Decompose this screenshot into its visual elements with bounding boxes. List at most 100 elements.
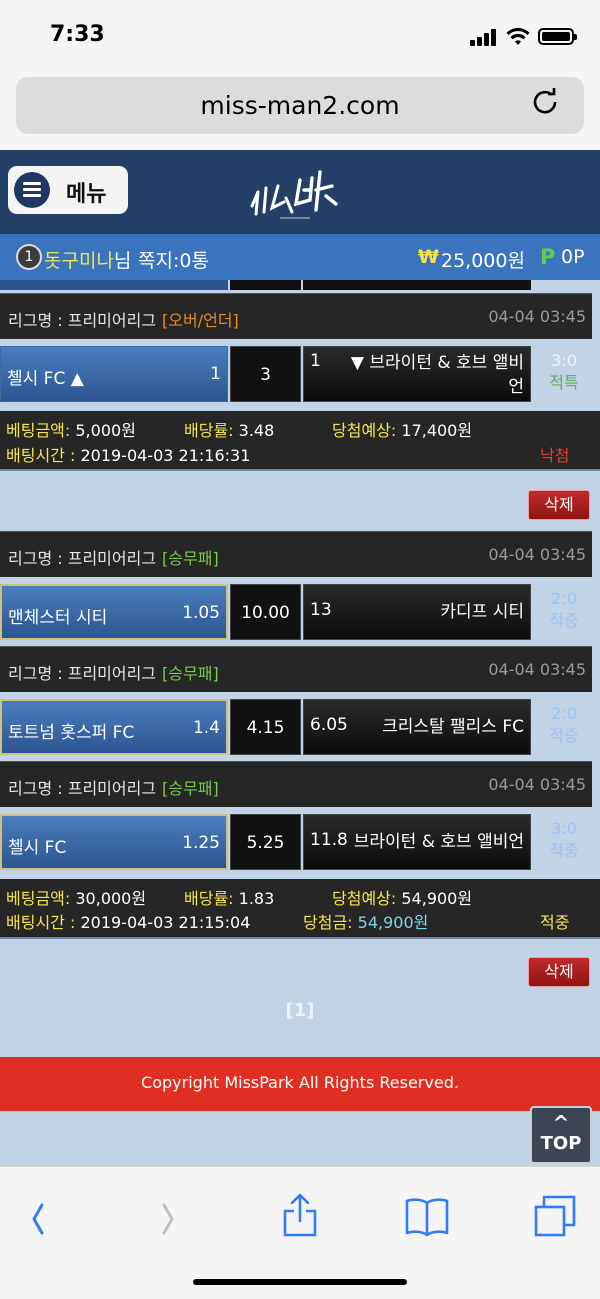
away-team-cell[interactable]: 11.8 브라이턴 & 호브 앨비언 bbox=[303, 814, 531, 870]
home-team-name: 토트넘 홋스퍼 FC bbox=[8, 723, 135, 743]
address-url: miss-man2.com bbox=[200, 91, 400, 120]
draw-cell[interactable]: 3 bbox=[230, 346, 301, 402]
footer-copyright: Copyright MissPark All Rights Reserved. bbox=[0, 1057, 600, 1111]
menu-icon bbox=[14, 172, 50, 208]
home-team-cell[interactable]: 첼시 FC 1.25 bbox=[0, 814, 228, 870]
league-name: 리그명 : 프리미어리그 [승무패] bbox=[8, 779, 219, 798]
bet-win-amount: 당첨금: 54,900원 bbox=[303, 913, 429, 932]
home-team-name: 첼시 FC ▲ bbox=[7, 369, 84, 389]
draw-cell[interactable]: 4.15 bbox=[230, 699, 301, 755]
bookmarks-icon[interactable] bbox=[402, 1189, 452, 1239]
league-name: 리그명 : 프리미어리그 [승무패] bbox=[8, 549, 219, 568]
match-result: 2:0 적중 bbox=[536, 699, 592, 755]
bet-rate: 배당률: 3.48 bbox=[184, 421, 275, 440]
menu-button[interactable]: 메뉴 bbox=[8, 166, 128, 214]
league-row: 리그명 : 프리미어리그 [오버/언더] 04-04 03:45 bbox=[0, 293, 592, 339]
match-score: 3:0 bbox=[551, 351, 577, 370]
home-team-cell[interactable]: 맨체스터 시티 1.05 bbox=[0, 584, 228, 640]
draw-cell[interactable]: 10.00 bbox=[230, 584, 301, 640]
league-row: 리그명 : 프리미어리그 [승무패] 04-04 03:45 bbox=[0, 646, 592, 692]
match-result-status: 적중 bbox=[549, 841, 579, 860]
away-team-name: ▼ 브라이턴 & 호브 앨비 언 bbox=[350, 353, 524, 397]
bet-summary: 베팅금액: 5,000원 배당률: 3.48 당첨예상: 17,400원 배팅시… bbox=[0, 411, 600, 471]
back-icon[interactable] bbox=[12, 1189, 62, 1239]
match-result-status: 적중 bbox=[549, 611, 579, 630]
home-team-name: 맨체스터 시티 bbox=[8, 608, 108, 628]
away-team-name: 크리스탈 팰리스 FC bbox=[382, 717, 524, 737]
match-date: 04-04 03:45 bbox=[488, 307, 586, 326]
address-bar[interactable]: miss-man2.com bbox=[16, 77, 584, 134]
bet-time: 배팅시간 : 2019-04-03 21:16:31 bbox=[6, 446, 251, 465]
match-result-status: 적중 bbox=[549, 726, 579, 745]
match-date: 04-04 03:45 bbox=[488, 545, 586, 564]
chevron-up-icon: ^ bbox=[552, 1111, 570, 1135]
bet-amount: 베팅금액: 30,000원 bbox=[6, 889, 147, 908]
match-result: 3:0 적중 bbox=[536, 814, 592, 870]
delete-button[interactable]: 삭제 bbox=[528, 957, 590, 987]
scroll-top-button[interactable]: ^ TOP bbox=[530, 1106, 592, 1164]
match-result: 2:0 적중 bbox=[536, 584, 592, 640]
forward-icon[interactable] bbox=[144, 1189, 194, 1239]
battery-icon bbox=[538, 28, 577, 45]
pagination-current[interactable]: [1] bbox=[0, 1000, 600, 1021]
user-info-bar: 1 돗구미나님 쪽지:0통 ₩ 25,000원 P 0P bbox=[0, 234, 600, 280]
site-header: 메뉴 bbox=[0, 150, 600, 234]
bet-status: 낙첨 bbox=[540, 446, 570, 465]
bet-type: [승무패] bbox=[162, 779, 219, 798]
points-icon: P bbox=[540, 245, 556, 269]
away-team-cell[interactable]: 6.05 크리스탈 팰리스 FC bbox=[303, 699, 531, 755]
share-icon[interactable] bbox=[275, 1189, 325, 1239]
match-result-status: 적특 bbox=[549, 373, 579, 392]
away-team-cell[interactable]: 13 카디프 시티 bbox=[303, 584, 531, 640]
home-team-cell[interactable]: 토트넘 홋스퍼 FC 1.4 bbox=[0, 699, 228, 755]
bet-rate: 배당률: 1.83 bbox=[184, 889, 275, 908]
browser-toolbar bbox=[0, 1166, 600, 1299]
match-score: 2:0 bbox=[551, 704, 577, 723]
home-odds: 1.4 bbox=[192, 718, 220, 738]
match-result: 3:0 적특 bbox=[536, 346, 592, 402]
bet-status: 적중 bbox=[540, 913, 570, 932]
league-name: 리그명 : 프리미어리그 [오버/언더] bbox=[8, 311, 239, 330]
username-text: 돗구미나 bbox=[44, 250, 114, 272]
username[interactable]: 돗구미나님 bbox=[44, 246, 131, 273]
home-odds: 1.05 bbox=[182, 603, 220, 623]
league-name: 리그명 : 프리미어리그 [승무패] bbox=[8, 664, 219, 683]
bet-expected: 당첨예상: 54,900원 bbox=[332, 889, 473, 908]
status-time: 7:33 bbox=[50, 22, 105, 47]
away-odds: 13 bbox=[310, 600, 332, 620]
home-odds: 1.25 bbox=[182, 833, 220, 853]
match-score: 3:0 bbox=[551, 819, 577, 838]
away-team-cell[interactable]: 1 ▼ 브라이턴 & 호브 앨비 언 bbox=[303, 346, 531, 402]
site-logo[interactable] bbox=[240, 162, 350, 228]
bet-type: [오버/언더] bbox=[162, 311, 239, 330]
top-label: TOP bbox=[540, 1133, 582, 1154]
bet-amount: 베팅금액: 5,000원 bbox=[6, 421, 136, 440]
username-honorific: 님 bbox=[113, 250, 132, 272]
delete-button[interactable]: 삭제 bbox=[528, 490, 590, 520]
partial-row bbox=[0, 280, 228, 290]
draw-cell[interactable]: 5.25 bbox=[230, 814, 301, 870]
home-odds: 1 bbox=[210, 364, 221, 384]
cellular-signal-icon bbox=[470, 28, 498, 46]
bet-type: [승무패] bbox=[162, 664, 219, 683]
won-icon: ₩ bbox=[418, 246, 439, 268]
match-date: 04-04 03:45 bbox=[488, 660, 586, 679]
bet-type: [승무패] bbox=[162, 549, 219, 568]
away-team-name: 카디프 시티 bbox=[440, 602, 524, 622]
balance: 25,000원 bbox=[441, 250, 525, 272]
reload-icon[interactable] bbox=[530, 86, 560, 116]
browser-address-area: miss-man2.com bbox=[0, 72, 600, 150]
messages-link[interactable]: 쪽지:0통 bbox=[138, 246, 209, 273]
tabs-icon[interactable] bbox=[530, 1189, 580, 1239]
match-date: 04-04 03:45 bbox=[488, 775, 586, 794]
match-score: 2:0 bbox=[551, 589, 577, 608]
away-odds: 11.8 bbox=[310, 830, 348, 850]
away-odds: 6.05 bbox=[310, 715, 348, 735]
bet-time: 배팅시간 : 2019-04-03 21:15:04 bbox=[6, 913, 251, 932]
home-team-cell[interactable]: 첼시 FC ▲ 1 bbox=[0, 346, 228, 402]
status-bar: 7:33 bbox=[0, 0, 600, 72]
league-row: 리그명 : 프리미어리그 [승무패] 04-04 03:45 bbox=[0, 531, 592, 577]
level-badge-icon: 1 bbox=[16, 244, 42, 270]
away-odds: 1 bbox=[310, 351, 321, 371]
home-indicator bbox=[193, 1279, 407, 1285]
